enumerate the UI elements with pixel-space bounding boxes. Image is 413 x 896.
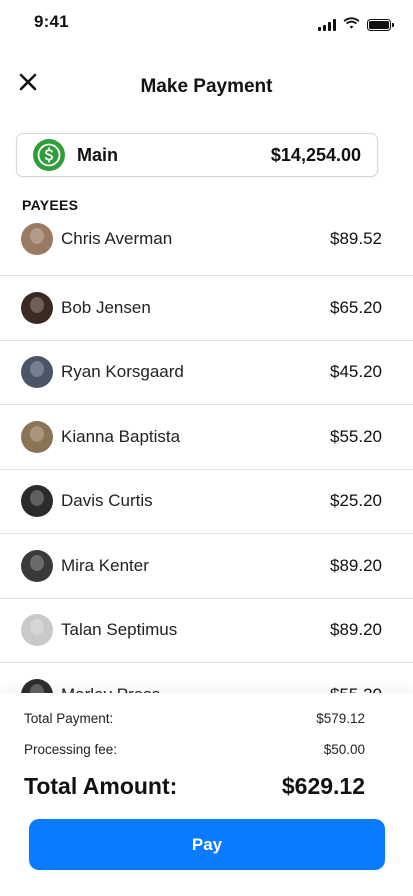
avatar: [21, 485, 53, 518]
payee-row[interactable]: Mira Kenter $89.20: [0, 534, 413, 599]
payee-amount: $55.20: [330, 685, 382, 693]
total-amount-label: Total Amount:: [24, 773, 178, 799]
account-selector[interactable]: Main $14,254.00: [16, 133, 378, 177]
payee-name: Chris Averman: [61, 228, 173, 248]
payee-list[interactable]: Chris Averman $89.52 Bob Jensen $65.20 R…: [0, 206, 413, 693]
payee-name: Kianna Baptista: [61, 426, 181, 446]
dollar-icon: [33, 139, 65, 171]
total-payment-label: Total Payment:: [24, 711, 114, 726]
payee-row[interactable]: Davis Curtis $25.20: [0, 470, 413, 534]
signal-icon: [318, 19, 336, 31]
payee-amount: $89.20: [330, 555, 382, 575]
avatar: [21, 356, 53, 389]
payee-amount: $55.20: [330, 426, 382, 446]
payee-amount: $89.52: [330, 228, 382, 248]
payee-row[interactable]: Talan Septimus $89.20: [0, 599, 413, 663]
account-name: Main: [77, 144, 119, 165]
payee-name: Mira Kenter: [61, 555, 149, 575]
total-payment-value: $579.12: [316, 711, 365, 726]
battery-icon: [367, 19, 394, 31]
avatar: [21, 420, 53, 453]
processing-fee-row: Processing fee: $50.00: [24, 742, 365, 757]
processing-fee-label: Processing fee:: [24, 742, 118, 757]
payee-name: Davis Curtis: [61, 491, 153, 511]
payee-amount: $89.20: [330, 620, 382, 640]
total-amount-row: Total Amount: $629.12: [24, 773, 365, 800]
payee-row[interactable]: Kianna Baptista $55.20: [0, 405, 413, 470]
payee-name: Bob Jensen: [61, 297, 151, 317]
total-payment-row: Total Payment: $579.12: [24, 711, 365, 726]
status-icons: [318, 16, 394, 34]
payee-row[interactable]: Marley Press $55.20: [0, 663, 413, 693]
avatar: [21, 678, 53, 693]
pay-button[interactable]: Pay: [29, 819, 385, 870]
page-title: Make Payment: [140, 76, 273, 97]
payee-amount: $45.20: [330, 362, 382, 382]
payee-row[interactable]: Chris Averman $89.52: [0, 206, 413, 276]
header: Make Payment: [0, 60, 413, 110]
payee-row[interactable]: Ryan Korsgaard $45.20: [0, 341, 413, 405]
payee-amount: $25.20: [330, 491, 382, 511]
payee-name: Talan Septimus: [61, 620, 178, 640]
make-payment-screen: 9:41 Make Payment Main $14,254.00 PAYEES…: [0, 0, 413, 896]
payee-amount: $65.20: [330, 297, 382, 317]
account-balance: $14,254.00: [270, 144, 361, 165]
total-amount-value: $629.12: [281, 773, 365, 799]
payee-name: Ryan Korsgaard: [61, 362, 184, 382]
payee-name: Marley Press: [61, 685, 330, 693]
avatar: [21, 291, 53, 324]
payee-row[interactable]: Bob Jensen $65.20: [0, 276, 413, 341]
status-time: 9:41: [34, 12, 69, 31]
avatar: [21, 549, 53, 582]
wifi-icon: [343, 16, 360, 34]
avatar: [21, 614, 53, 647]
status-bar: 9:41: [0, 0, 413, 46]
avatar: [21, 222, 53, 255]
processing-fee-value: $50.00: [323, 742, 365, 757]
